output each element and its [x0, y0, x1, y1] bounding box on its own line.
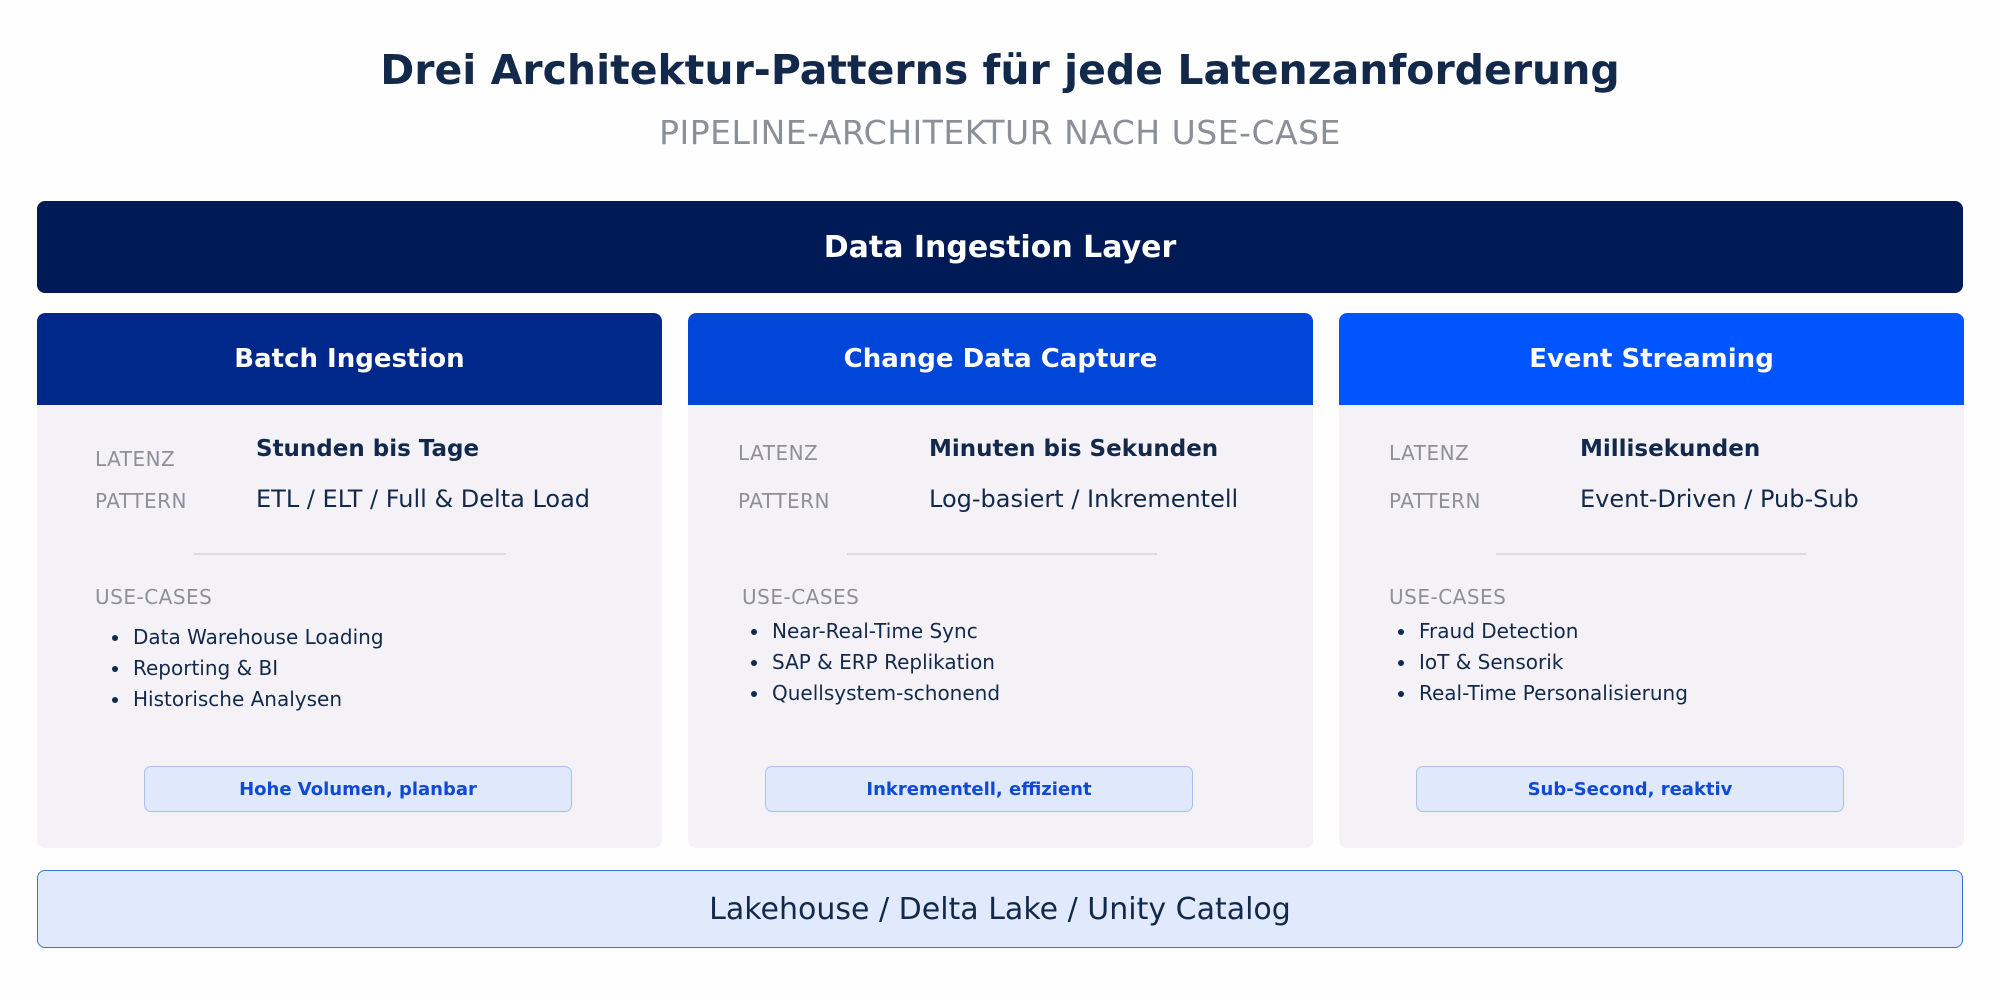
use-cases-label: USE-CASES	[1389, 585, 1507, 609]
use-cases-list: Near-Real-Time Sync SAP & ERP Replikatio…	[742, 616, 1000, 709]
use-cases-list: Data Warehouse Loading Reporting & BI Hi…	[103, 622, 384, 715]
badge-label: Sub-Second, reaktiv	[1527, 778, 1733, 800]
use-cases-label: USE-CASES	[742, 585, 860, 609]
event-streaming-title: Event Streaming	[1529, 344, 1774, 374]
divider	[847, 553, 1157, 555]
list-item: IoT & Sensorik	[1389, 647, 1688, 678]
list-item: Real-Time Personalisierung	[1389, 678, 1688, 709]
latenz-value: Minuten bis Sekunden	[929, 436, 1219, 462]
cdc-header: Change Data Capture	[688, 313, 1313, 405]
list-item: Quellsystem-schonend	[742, 678, 1000, 709]
list-item: Near-Real-Time Sync	[742, 616, 1000, 647]
cdc-title: Change Data Capture	[843, 344, 1158, 374]
pattern-value: ETL / ELT / Full & Delta Load	[256, 485, 591, 513]
batch-ingestion-title: Batch Ingestion	[234, 344, 465, 374]
event-streaming-card: Event Streaming LATENZ Millisekunden PAT…	[1339, 313, 1964, 848]
lakehouse-layer-bar: Lakehouse / Delta Lake / Unity Catalog	[37, 870, 1963, 948]
cdc-tag-badge: Inkrementell, effizient	[765, 766, 1193, 812]
data-ingestion-layer-bar: Data Ingestion Layer	[37, 201, 1963, 293]
divider	[194, 553, 506, 555]
list-item: Fraud Detection	[1389, 616, 1688, 647]
latenz-value: Millisekunden	[1580, 436, 1761, 462]
page-title: Drei Architektur-Patterns für jede Laten…	[380, 46, 1620, 94]
event-streaming-header: Event Streaming	[1339, 313, 1964, 405]
pattern-key: PATTERN	[95, 489, 187, 513]
latenz-key: LATENZ	[738, 441, 819, 465]
use-cases-list: Fraud Detection IoT & Sensorik Real-Time…	[1389, 616, 1688, 709]
latenz-value: Stunden bis Tage	[256, 436, 480, 462]
list-item: Historische Analysen	[103, 684, 384, 715]
latenz-key: LATENZ	[95, 447, 176, 471]
use-cases-label: USE-CASES	[95, 585, 213, 609]
badge-label: Hohe Volumen, planbar	[239, 778, 477, 800]
pattern-value: Log-basiert / Inkrementell	[929, 485, 1239, 513]
list-item: Data Warehouse Loading	[103, 622, 384, 653]
badge-label: Inkrementell, effizient	[866, 778, 1092, 800]
divider	[1496, 553, 1806, 555]
pattern-value: Event-Driven / Pub-Sub	[1580, 485, 1859, 513]
data-ingestion-layer-label: Data Ingestion Layer	[823, 229, 1177, 265]
batch-ingestion-header: Batch Ingestion	[37, 313, 662, 405]
pattern-key: PATTERN	[738, 489, 830, 513]
cdc-card: Change Data Capture LATENZ Minuten bis S…	[688, 313, 1313, 848]
list-item: Reporting & BI	[103, 653, 384, 684]
list-item: SAP & ERP Replikation	[742, 647, 1000, 678]
page-subtitle: PIPELINE-ARCHITEKTUR NACH USE-CASE	[659, 113, 1341, 152]
lakehouse-layer-label: Lakehouse / Delta Lake / Unity Catalog	[709, 891, 1291, 927]
pattern-key: PATTERN	[1389, 489, 1481, 513]
batch-tag-badge: Hohe Volumen, planbar	[144, 766, 572, 812]
batch-ingestion-card: Batch Ingestion LATENZ Stunden bis Tage …	[37, 313, 662, 848]
streaming-tag-badge: Sub-Second, reaktiv	[1416, 766, 1844, 812]
latenz-key: LATENZ	[1389, 441, 1470, 465]
